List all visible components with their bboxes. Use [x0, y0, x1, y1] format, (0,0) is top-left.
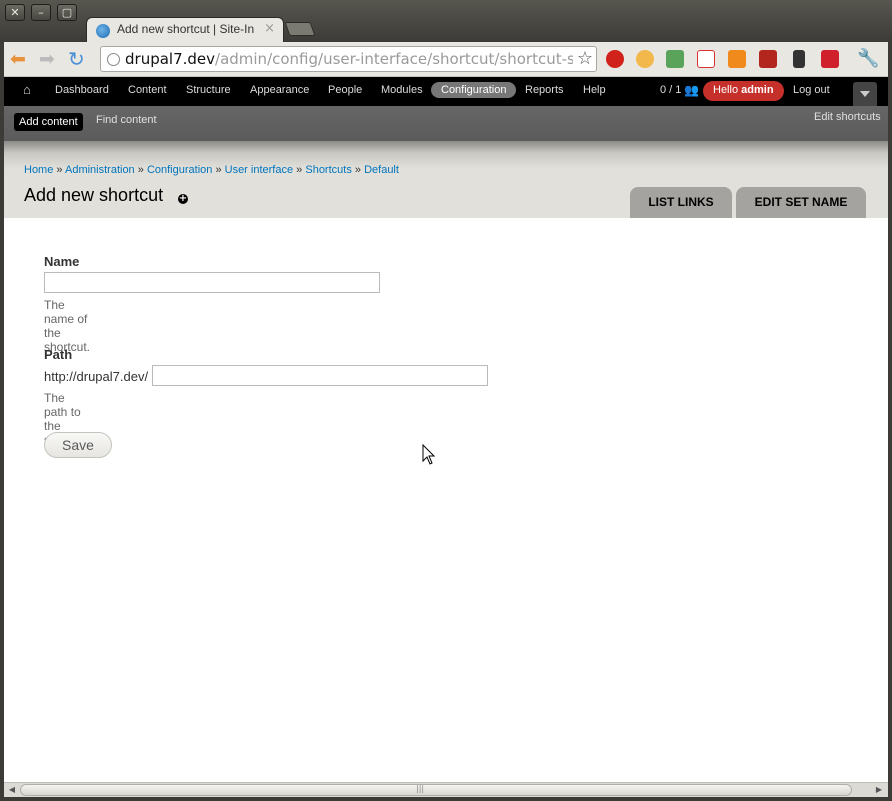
name-input[interactable] [44, 272, 380, 293]
window-maximize-button[interactable]: ▢ [57, 4, 77, 21]
hello-user-badge[interactable]: Hello admin [703, 81, 784, 101]
evernote-extension-icon[interactable] [666, 50, 684, 68]
save-button[interactable]: Save [44, 432, 112, 458]
path-label: Path [44, 347, 73, 362]
scrollbar-thumb[interactable] [20, 784, 852, 796]
face-extension-icon[interactable] [636, 50, 654, 68]
tab-edit-set-name[interactable]: EDIT SET NAME [736, 187, 866, 218]
browser-tab-active[interactable]: Add new shortcut | Site-In × [86, 17, 284, 42]
breadcrumb-administration[interactable]: Administration [65, 164, 135, 176]
window-close-button[interactable]: ✕ [5, 4, 25, 21]
menu-people[interactable]: People [328, 84, 362, 96]
breadcrumb-user-interface[interactable]: User interface [225, 164, 293, 176]
google-plus-extension-icon[interactable] [697, 50, 715, 68]
scrollbar-grip-icon: ||| [416, 784, 425, 793]
menu-help[interactable]: Help [583, 84, 606, 96]
breadcrumb-configuration[interactable]: Configuration [147, 164, 212, 176]
breadcrumb-shortcuts[interactable]: Shortcuts [305, 164, 351, 176]
browser-toolbar: ⬅ ➡ ↻ drupal7.dev/admin/config/user-inte… [4, 42, 888, 77]
menu-reports[interactable]: Reports [525, 84, 564, 96]
breadcrumb-home[interactable]: Home [24, 164, 53, 176]
page-title: Add new shortcut [24, 185, 164, 205]
mouse-cursor-icon [422, 444, 436, 465]
forward-arrow-icon[interactable]: ➡ [39, 48, 55, 70]
menu-dashboard[interactable]: Dashboard [55, 84, 109, 96]
shortcut-toggle-button[interactable] [853, 82, 877, 106]
bookmark-star-icon[interactable]: ☆ [577, 48, 593, 69]
menu-appearance[interactable]: Appearance [250, 84, 309, 96]
book-extension-icon[interactable] [759, 50, 777, 68]
name-description: The name of the shortcut. [44, 298, 91, 354]
page-viewport: ⌂ Dashboard Content Structure Appearance… [4, 77, 888, 782]
page-info-icon [107, 53, 120, 66]
breadcrumb-default[interactable]: Default [364, 164, 399, 176]
back-arrow-icon[interactable]: ⬅ [10, 48, 26, 70]
lastpass-extension-icon[interactable] [821, 50, 839, 68]
reload-icon[interactable]: ↻ [68, 48, 85, 70]
logout-link[interactable]: Log out [793, 84, 830, 96]
stop-extension-icon[interactable] [606, 50, 624, 68]
shortcut-add-content[interactable]: Add content [14, 113, 83, 131]
menu-modules[interactable]: Modules [381, 84, 423, 96]
edit-shortcuts-link[interactable]: Edit shortcuts [814, 111, 881, 123]
home-icon[interactable]: ⌂ [23, 82, 31, 97]
drupal-favicon-icon [96, 24, 110, 38]
add-to-shortcuts-icon[interactable]: + [178, 194, 188, 204]
phone-extension-icon[interactable] [793, 50, 805, 68]
tab-close-icon[interactable]: × [264, 21, 275, 36]
shortcut-find-content[interactable]: Find content [96, 114, 157, 126]
user-count: 0 / 1 [660, 84, 682, 96]
horizontal-scrollbar[interactable]: ◀ ||| ▶ [4, 782, 888, 797]
breadcrumb: Home » Administration » Configuration » … [24, 164, 399, 176]
users-icon: 👥 [684, 83, 699, 97]
scroll-right-arrow-icon[interactable]: ▶ [872, 784, 886, 796]
address-bar[interactable]: drupal7.dev/admin/config/user-interface/… [100, 46, 597, 72]
tab-title: Add new shortcut | Site-In [117, 22, 255, 36]
window-titlebar: ✕ – ▢ Add new shortcut | Site-In × [0, 0, 892, 42]
shortcut-bar: Add content Find content Edit shortcuts [4, 106, 888, 141]
page-header: Home » Administration » Configuration » … [4, 141, 888, 218]
new-tab-button[interactable] [284, 22, 316, 36]
menu-content[interactable]: Content [128, 84, 167, 96]
address-url: drupal7.dev/admin/config/user-interface/… [125, 50, 573, 68]
tab-list-links[interactable]: LIST LINKS [630, 187, 732, 218]
menu-structure[interactable]: Structure [186, 84, 231, 96]
menu-configuration[interactable]: Configuration [431, 82, 517, 98]
window-minimize-button[interactable]: – [31, 4, 51, 21]
path-input[interactable] [152, 365, 488, 386]
mendeley-extension-icon[interactable] [728, 50, 746, 68]
scroll-left-arrow-icon[interactable]: ◀ [5, 784, 19, 796]
path-prefix: http://drupal7.dev/ [44, 369, 149, 384]
admin-toolbar: ⌂ Dashboard Content Structure Appearance… [4, 77, 888, 106]
wrench-icon[interactable]: 🔧 [857, 48, 879, 70]
